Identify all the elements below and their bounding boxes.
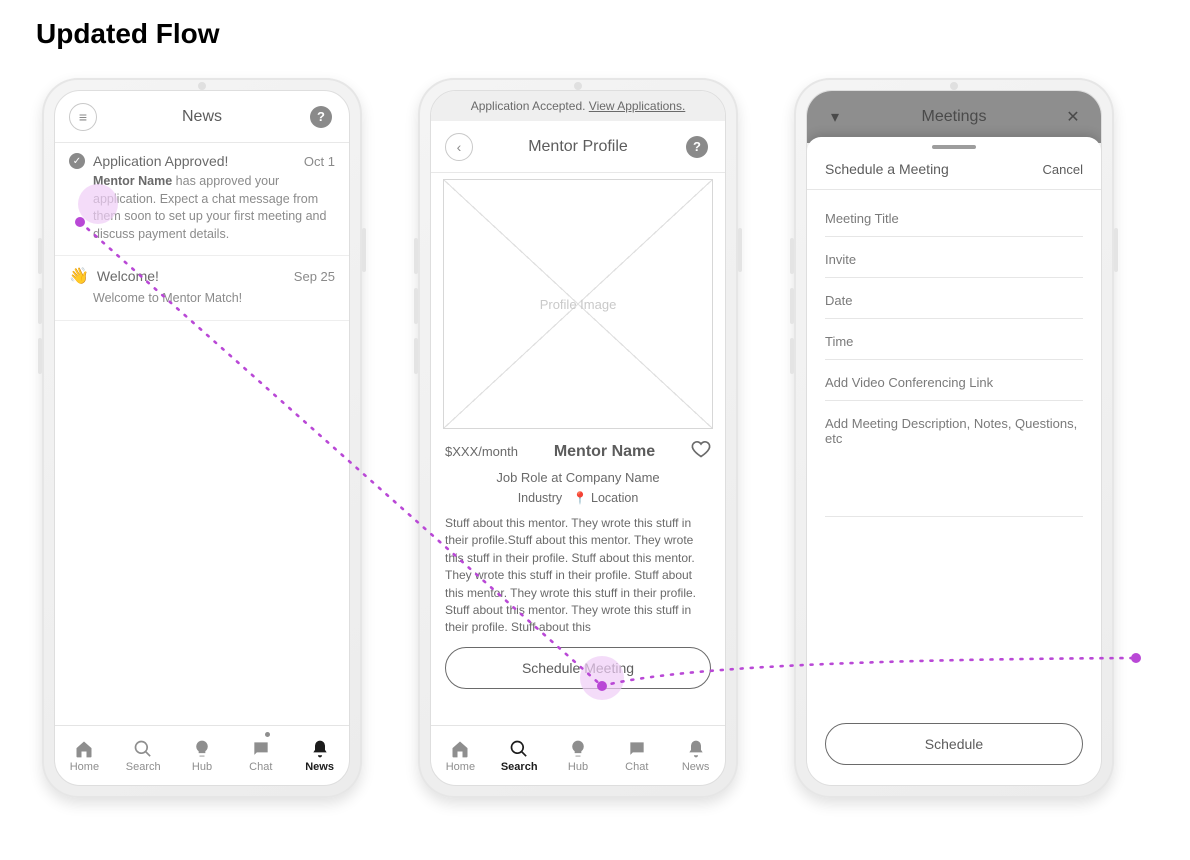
tabbar: Home Search Hub Chat — [431, 725, 725, 785]
news-item-body: Welcome to Mentor Match! — [69, 286, 335, 308]
field-video-link[interactable]: Add Video Conferencing Link — [825, 360, 1083, 401]
bell-icon — [686, 739, 706, 759]
wave-icon: 👋 — [69, 266, 89, 286]
schedule-meeting-button[interactable]: Schedule Meeting — [445, 647, 711, 689]
notification-dot-icon — [265, 732, 270, 737]
schedule-sheet: Schedule a Meeting Cancel Meeting Title … — [807, 137, 1101, 785]
search-icon — [509, 739, 529, 759]
nav-title: Meetings — [859, 108, 1049, 126]
check-circle-icon: ✓ — [69, 153, 85, 169]
tab-news[interactable]: News — [666, 726, 725, 785]
section-cutoff-text — [431, 693, 725, 697]
help-icon[interactable]: ? — [686, 136, 708, 158]
navbar-profile: ‹ Mentor Profile ? — [431, 121, 725, 173]
mentor-bio: Stuff about this mentor. They wrote this… — [431, 515, 725, 637]
field-time[interactable]: Time — [825, 319, 1083, 360]
navbar-news: ≡ News ? — [55, 91, 349, 143]
help-icon[interactable]: ? — [310, 106, 332, 128]
field-invite[interactable]: Invite — [825, 237, 1083, 278]
nav-title: News — [107, 108, 297, 126]
close-icon[interactable]: ✕ — [1066, 107, 1079, 127]
location-pin-icon: 📍 — [573, 491, 588, 505]
tab-search[interactable]: Search — [490, 726, 549, 785]
favorite-icon[interactable] — [691, 439, 711, 464]
field-meeting-title[interactable]: Meeting Title — [825, 196, 1083, 237]
news-item-date: Sep 25 — [294, 269, 335, 284]
schedule-button[interactable]: Schedule — [825, 723, 1083, 765]
news-item[interactable]: 👋 Welcome! Sep 25 Welcome to Mentor Matc… — [55, 256, 349, 321]
field-date[interactable]: Date — [825, 278, 1083, 319]
navbar-meetings: ▾ Meetings ✕ — [807, 91, 1101, 143]
tab-hub[interactable]: Hub — [173, 726, 232, 785]
search-icon — [133, 739, 153, 759]
back-icon[interactable]: ‹ — [445, 133, 473, 161]
field-description[interactable]: Add Meeting Description, Notes, Question… — [825, 401, 1083, 517]
news-item-date: Oct 1 — [304, 154, 335, 169]
bulb-icon — [568, 739, 588, 759]
mentor-name: Mentor Name — [518, 443, 691, 461]
chat-icon — [627, 739, 647, 759]
tabbar: Home Search Hub Chat — [55, 725, 349, 785]
mentor-role: Job Role at Company Name — [431, 464, 725, 485]
price-label: $XXX/month — [445, 444, 518, 459]
news-item-body: Mentor Name has approved your applicatio… — [69, 169, 335, 243]
bell-icon — [310, 739, 330, 759]
phone-profile: Application Accepted. View Applications.… — [418, 78, 738, 798]
tab-home[interactable]: Home — [55, 726, 114, 785]
mentor-meta: Industry 📍 Location — [431, 485, 725, 515]
home-icon — [74, 739, 94, 759]
acceptance-banner: Application Accepted. View Applications. — [431, 91, 725, 121]
chat-icon — [251, 739, 271, 759]
tab-home[interactable]: Home — [431, 726, 490, 785]
news-item-title: Welcome! — [97, 268, 159, 284]
filter-icon[interactable]: ▾ — [831, 107, 839, 127]
bulb-icon — [192, 739, 212, 759]
tab-search[interactable]: Search — [114, 726, 173, 785]
tab-chat[interactable]: Chat — [231, 726, 290, 785]
page-title: Updated Flow — [36, 18, 1154, 50]
phone-news: ≡ News ? ✓ Application Approved! Oct 1 — [42, 78, 362, 798]
sheet-grabber[interactable] — [932, 145, 976, 149]
cancel-button[interactable]: Cancel — [1043, 162, 1083, 177]
profile-image-placeholder: Profile Image — [443, 179, 713, 429]
tab-news[interactable]: News — [290, 726, 349, 785]
home-icon — [450, 739, 470, 759]
news-item[interactable]: ✓ Application Approved! Oct 1 Mentor Nam… — [55, 143, 349, 256]
tab-chat[interactable]: Chat — [607, 726, 666, 785]
tab-hub[interactable]: Hub — [549, 726, 608, 785]
phone-schedule: ▾ Meetings ✕ Schedule a Meeting Cancel M… — [794, 78, 1114, 798]
view-applications-link[interactable]: View Applications. — [589, 99, 686, 113]
hamburger-icon[interactable]: ≡ — [69, 103, 97, 131]
sheet-title: Schedule a Meeting — [825, 161, 949, 177]
nav-title: Mentor Profile — [483, 138, 673, 156]
news-item-title: Application Approved! — [93, 153, 228, 169]
